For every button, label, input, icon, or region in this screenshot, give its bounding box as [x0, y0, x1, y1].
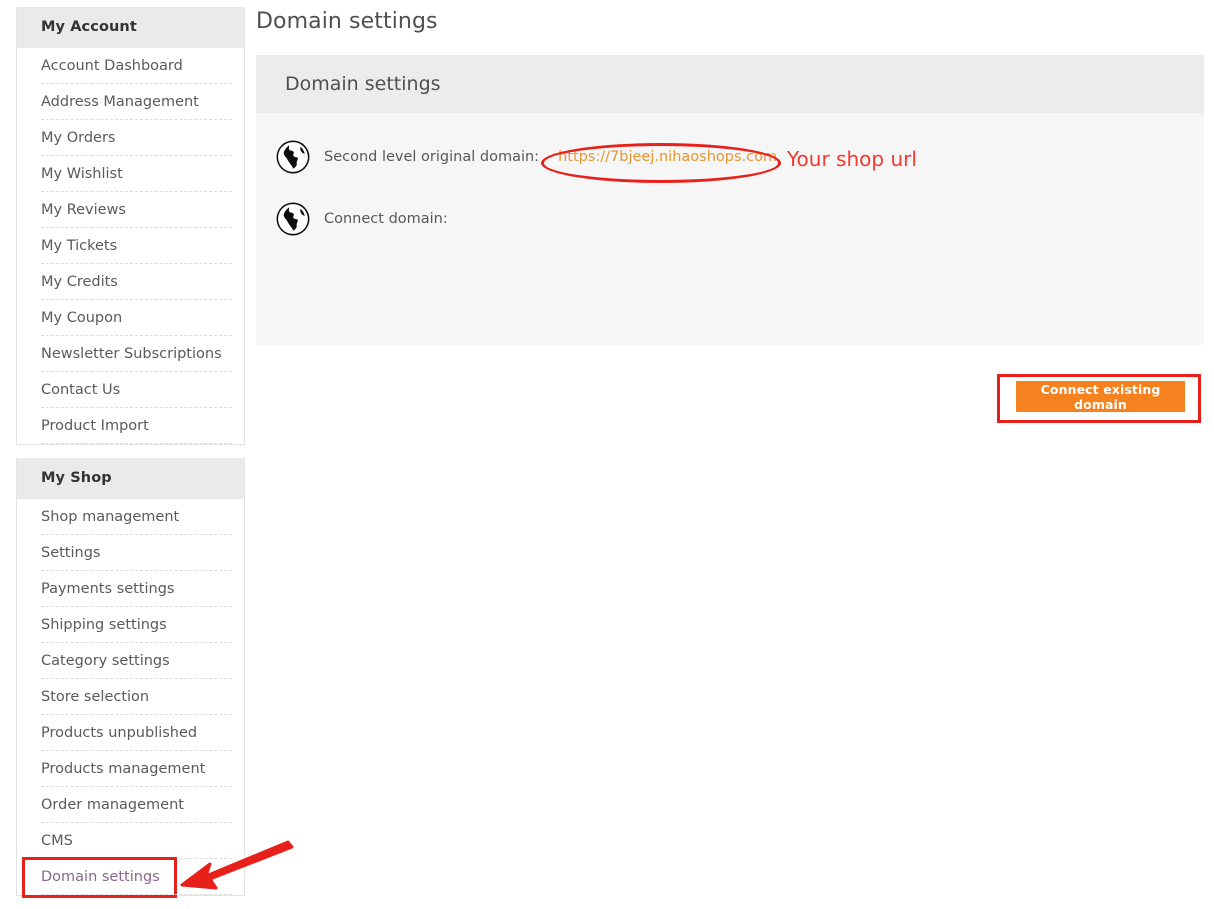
- sidebar-items-my-shop: Shop management Settings Payments settin…: [17, 499, 244, 898]
- connect-existing-domain-wrapper: Connect existing domain: [997, 374, 1201, 423]
- sidebar-item-category-settings[interactable]: Category settings: [17, 643, 244, 679]
- sidebar-item-label: Shipping settings: [41, 617, 167, 633]
- sidebar-item-domain-settings[interactable]: Domain settings: [17, 857, 244, 898]
- sidebar-item-my-tickets[interactable]: My Tickets: [17, 228, 244, 264]
- sidebar: My Account Account Dashboard Address Man…: [16, 7, 245, 909]
- sidebar-block-my-account: My Account Account Dashboard Address Man…: [16, 7, 245, 445]
- card-body: Second level original domain: https://7b…: [256, 113, 1204, 423]
- main-content: Domain settings Domain settings Second l…: [256, 0, 1204, 423]
- domain-settings-card: Domain settings Second level original do…: [256, 55, 1204, 423]
- second-level-domain-row: Second level original domain: https://7b…: [276, 140, 917, 183]
- sidebar-block-header-my-shop: My Shop: [17, 458, 244, 499]
- connect-domain-label: Connect domain:: [324, 211, 448, 227]
- card-header-title: Domain settings: [256, 55, 1204, 113]
- sidebar-item-label: My Reviews: [41, 202, 126, 218]
- page-title: Domain settings: [256, 9, 438, 34]
- shop-url-annotation-text: Your shop url: [787, 147, 917, 171]
- sidebar-item-label: Contact Us: [41, 382, 121, 398]
- sidebar-item-settings[interactable]: Settings: [17, 535, 244, 571]
- sidebar-item-label: My Coupon: [41, 310, 123, 326]
- sidebar-item-shipping-settings[interactable]: Shipping settings: [17, 607, 244, 643]
- shop-url-link[interactable]: https://7bjeej.nihaoshops.com: [558, 149, 777, 165]
- sidebar-item-label: Address Management: [41, 94, 199, 110]
- sidebar-item-newsletter-subscriptions[interactable]: Newsletter Subscriptions: [17, 336, 244, 372]
- sidebar-item-label: Products unpublished: [41, 725, 198, 741]
- sidebar-item-label: Account Dashboard: [41, 58, 183, 74]
- sidebar-item-label: CMS: [41, 833, 73, 849]
- sidebar-block-my-shop: My Shop Shop management Settings Payment…: [16, 458, 245, 898]
- sidebar-item-cms[interactable]: CMS: [17, 823, 244, 859]
- sidebar-item-label: Order management: [41, 797, 184, 813]
- sidebar-item-my-wishlist[interactable]: My Wishlist: [17, 156, 244, 192]
- sidebar-block-header-my-account: My Account: [17, 7, 244, 48]
- sidebar-item-product-import[interactable]: Product Import: [17, 408, 244, 444]
- connect-existing-domain-button[interactable]: Connect existing domain: [1016, 381, 1185, 412]
- sidebar-item-my-orders[interactable]: My Orders: [17, 120, 244, 156]
- sidebar-item-label: Settings: [41, 545, 101, 561]
- sidebar-item-products-unpublished[interactable]: Products unpublished: [17, 715, 244, 751]
- sidebar-item-label: Product Import: [41, 418, 149, 434]
- sidebar-item-my-credits[interactable]: My Credits: [17, 264, 244, 300]
- sidebar-items-my-account: Account Dashboard Address Management My …: [17, 48, 244, 444]
- sidebar-item-my-reviews[interactable]: My Reviews: [17, 192, 244, 228]
- sidebar-item-label: Shop management: [41, 509, 180, 525]
- sidebar-item-contact-us[interactable]: Contact Us: [17, 372, 244, 408]
- globe-icon: [276, 140, 310, 174]
- sidebar-item-label: My Wishlist: [41, 166, 123, 182]
- sidebar-item-payments-settings[interactable]: Payments settings: [17, 571, 244, 607]
- sidebar-item-account-dashboard[interactable]: Account Dashboard: [17, 48, 244, 84]
- sidebar-item-store-selection[interactable]: Store selection: [17, 679, 244, 715]
- sidebar-item-label: Category settings: [41, 653, 170, 669]
- sidebar-item-order-management[interactable]: Order management: [17, 787, 244, 823]
- connect-domain-row: Connect domain:: [276, 202, 448, 236]
- sidebar-item-label: My Orders: [41, 130, 116, 146]
- sidebar-item-label: Payments settings: [41, 581, 175, 597]
- globe-icon: [276, 202, 310, 236]
- sidebar-item-label: Products management: [41, 761, 206, 777]
- sidebar-item-products-management[interactable]: Products management: [17, 751, 244, 787]
- sidebar-item-label: My Credits: [41, 274, 118, 290]
- sidebar-item-address-management[interactable]: Address Management: [17, 84, 244, 120]
- sidebar-item-label: Store selection: [41, 689, 150, 705]
- sidebar-item-label: Domain settings: [41, 869, 160, 885]
- sidebar-item-my-coupon[interactable]: My Coupon: [17, 300, 244, 336]
- second-level-domain-label: Second level original domain:: [324, 149, 540, 165]
- sidebar-item-label: Newsletter Subscriptions: [41, 346, 222, 362]
- sidebar-item-shop-management[interactable]: Shop management: [17, 499, 244, 535]
- sidebar-item-label: My Tickets: [41, 238, 118, 254]
